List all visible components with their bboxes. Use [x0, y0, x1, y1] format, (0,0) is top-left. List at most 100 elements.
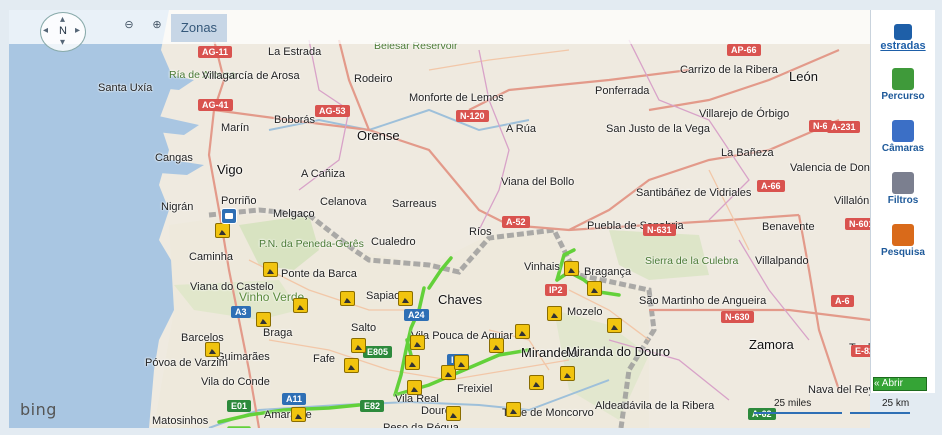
traffic-camera-icon[interactable] — [344, 358, 359, 373]
road-shield: A-231 — [827, 121, 860, 133]
place-label: San Justo de la Vega — [606, 123, 710, 135]
traffic-camera-icon[interactable] — [560, 366, 575, 381]
zoom-in-button[interactable]: ⊕ — [150, 19, 164, 33]
traffic-camera-icon[interactable] — [215, 223, 230, 238]
place-label: Freixiel — [457, 383, 493, 395]
place-label: León — [789, 69, 818, 84]
traffic-camera-icon[interactable] — [515, 324, 530, 339]
pesquisa-button[interactable]: Pesquisa — [871, 224, 935, 258]
place-label: Miranda do Douro — [566, 344, 671, 359]
traffic-camera-icon[interactable] — [446, 406, 461, 421]
traffic-camera-icon[interactable] — [405, 355, 420, 370]
traffic-camera-icon[interactable] — [454, 355, 469, 370]
estradas-icon — [894, 24, 912, 40]
traffic-camera-icon[interactable] — [351, 338, 366, 353]
percurso-button[interactable]: Percurso — [871, 68, 935, 102]
scale-km-label: 25 km — [882, 398, 910, 409]
place-label: Villalpando — [755, 255, 809, 267]
abrir-label: Abrir — [881, 378, 903, 389]
traffic-camera-icon[interactable] — [293, 298, 308, 313]
place-label: Vinhais — [524, 261, 560, 273]
scale-km-bar — [850, 412, 910, 414]
place-label: Santibáñez de Vidriales — [636, 187, 752, 199]
estradas-logo-text: estradas — [880, 40, 926, 52]
traffic-camera-icon[interactable] — [489, 338, 504, 353]
road-shield: A-66 — [757, 180, 785, 192]
camaras-button[interactable]: Câmaras — [871, 120, 935, 154]
place-label: Cualedro — [371, 236, 416, 248]
place-label: Peso da Régua — [383, 422, 459, 428]
traffic-camera-icon[interactable] — [607, 318, 622, 333]
road-shield: A3 — [231, 306, 251, 318]
side-panel: estradas Percurso Câmaras Filtros Pesqui… — [870, 10, 935, 393]
camera-icon — [892, 120, 914, 142]
traffic-camera-icon[interactable] — [506, 402, 521, 417]
road-shield: A11 — [282, 393, 307, 405]
traffic-camera-icon[interactable] — [407, 380, 422, 395]
place-label: Viana del Bollo — [501, 176, 575, 188]
compass-north-label: N — [59, 25, 67, 37]
road-shield: E01 — [227, 400, 252, 412]
place-label: Rodeiro — [354, 73, 393, 85]
traffic-camera-icon[interactable] — [256, 312, 271, 327]
place-label: Sapiao — [366, 290, 401, 302]
traffic-camera-icon[interactable] — [205, 342, 220, 357]
road-shield: E805 — [363, 346, 393, 358]
road-shield: E82 — [360, 400, 385, 412]
traffic-camera-icon[interactable] — [547, 306, 562, 321]
place-label: La Estrada — [268, 46, 322, 58]
traffic-camera-icon[interactable] — [529, 375, 544, 390]
filter-icon — [892, 172, 914, 194]
traffic-camera-icon[interactable] — [291, 407, 306, 422]
traffic-camera-icon[interactable] — [564, 261, 579, 276]
place-label: Villagarcía de Arosa — [202, 70, 300, 82]
place-label: Valencia de Don Juan — [790, 162, 870, 174]
traffic-camera-icon[interactable] — [398, 291, 413, 306]
place-label: Melgaço — [273, 208, 315, 220]
map-canvas[interactable]: La Estrada Belesar Reservoir Santa Uxía Ría… — [9, 10, 870, 428]
place-label: Nava del Rey — [808, 384, 870, 396]
chevron-left-icon: « — [874, 378, 880, 389]
place-label: Fafe — [313, 353, 336, 365]
traffic-camera-icon[interactable] — [263, 262, 278, 277]
place-label: Póvoa de Varzim — [145, 357, 228, 369]
info-camera-icon[interactable] — [221, 208, 237, 224]
place-label: Porriño — [221, 195, 257, 207]
road-shield: N-630 — [721, 311, 754, 323]
car-icon — [892, 68, 914, 90]
road-shield: N-601 — [845, 218, 870, 230]
place-label: Villalón de — [834, 195, 870, 207]
place-label: Marín — [221, 122, 250, 134]
traffic-camera-icon[interactable] — [340, 291, 355, 306]
road-shield: AG-53 — [315, 105, 350, 117]
scale-miles-label: 25 miles — [774, 398, 812, 409]
filtros-button[interactable]: Filtros — [871, 172, 935, 206]
place-label: P.N. da Peneda-Gerês — [259, 238, 364, 250]
place-label: Braga — [263, 327, 293, 339]
zonas-button[interactable]: Zonas — [171, 14, 227, 42]
road-shield: N-631 — [643, 224, 676, 236]
road-shield: E-82 — [851, 345, 870, 357]
traffic-camera-icon[interactable] — [410, 335, 425, 350]
road-shield: A24 — [404, 309, 429, 321]
place-label: Zamora — [749, 337, 794, 352]
place-label: A Cañiza — [301, 168, 346, 180]
filtros-label: Filtros — [887, 195, 919, 206]
place-label: Sarreaus — [392, 198, 437, 210]
road-shield: A-6 — [831, 295, 854, 307]
place-label: Sierra de la Culebra — [645, 255, 739, 267]
compass-control[interactable]: ▴ ▾ ◂ ▸ N — [40, 12, 86, 52]
estradas-logo: estradas — [871, 24, 935, 52]
zoom-out-button[interactable]: ⊖ — [122, 19, 136, 33]
abrir-button[interactable]: « Abrir — [873, 377, 927, 391]
place-label: Matosinhos — [152, 415, 209, 427]
pesquisa-label: Pesquisa — [881, 247, 925, 258]
traffic-camera-icon[interactable] — [587, 281, 602, 296]
road-shield: N-120 — [456, 110, 489, 122]
place-label: Aldeadávila de la Ribera — [595, 400, 715, 412]
place-label: Mozelo — [567, 306, 603, 318]
percurso-label: Percurso — [881, 91, 925, 102]
place-label: Carrizo de la Ribera — [680, 64, 778, 76]
road-shield: IP2 — [545, 284, 567, 296]
place-label: Orense — [357, 128, 400, 143]
